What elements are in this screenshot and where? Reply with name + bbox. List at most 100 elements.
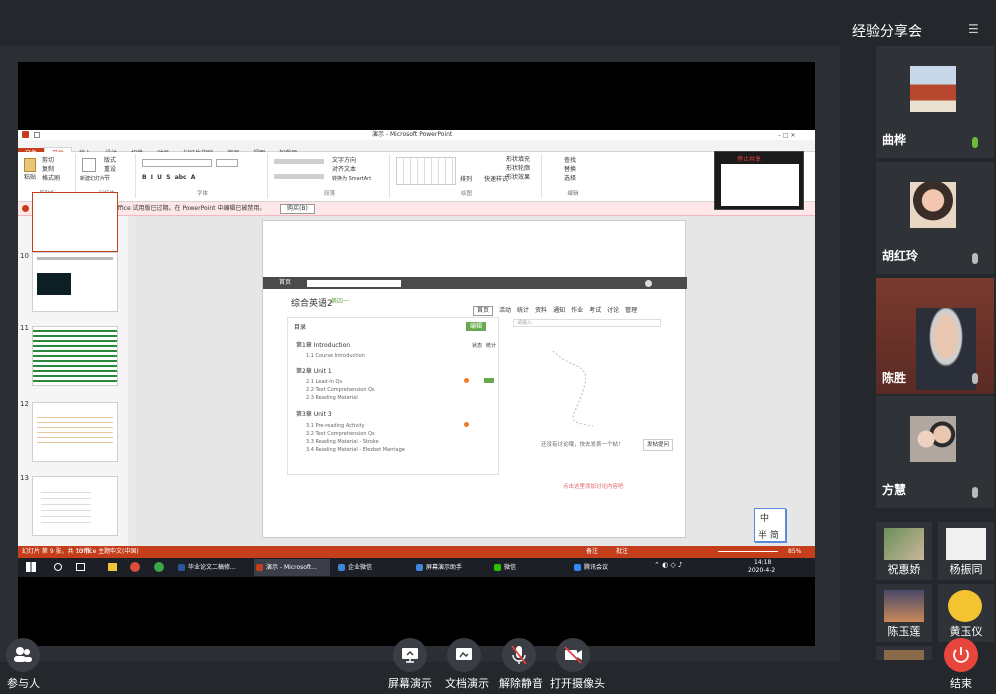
chrome-icon[interactable] bbox=[130, 562, 140, 572]
course-tab-exams[interactable]: 考试 bbox=[589, 307, 601, 314]
lesson-3-4[interactable]: 3.4 Reading Material - Elezbet Marriage bbox=[306, 446, 405, 454]
chapter-3-title[interactable]: 第3章 Unit 3 bbox=[296, 411, 332, 419]
arrange-button[interactable]: 排列 bbox=[460, 176, 472, 184]
new-slide-button[interactable]: 新建幻灯片 bbox=[80, 175, 105, 183]
participant-small-5[interactable] bbox=[876, 646, 932, 660]
shape-effects-button[interactable]: 形状效果 bbox=[506, 174, 530, 182]
participant-tile-4[interactable]: 方慧 bbox=[876, 396, 994, 508]
windows-start-icon[interactable] bbox=[26, 562, 36, 572]
participants-label[interactable]: 参与人 bbox=[7, 675, 40, 691]
doc-share-label[interactable]: 文档演示 bbox=[445, 675, 489, 691]
course-tab-discussion[interactable]: 讨论 bbox=[607, 307, 619, 314]
taskbar-item-tencent-meeting[interactable]: 腾讯会议 bbox=[572, 559, 642, 576]
doc-share-button[interactable] bbox=[447, 638, 481, 672]
taskbar-item-wecom[interactable]: 企业微信 bbox=[336, 559, 406, 576]
participant-small-4[interactable]: 黄玉仪 bbox=[938, 584, 994, 642]
task-view-icon[interactable] bbox=[76, 563, 85, 571]
participant-small-1[interactable]: 祝惠娇 bbox=[876, 522, 932, 580]
zoom-slider[interactable] bbox=[718, 551, 778, 552]
smartart-button[interactable]: 转换为 SmartArt bbox=[332, 175, 371, 183]
chapter-2-title[interactable]: 第2章 Unit 1 bbox=[296, 368, 332, 376]
paste-icon[interactable] bbox=[24, 158, 36, 172]
chapter-1-title[interactable]: 第1章 Introduction bbox=[296, 342, 350, 350]
discussion-search-input[interactable]: 请输入 bbox=[513, 319, 661, 327]
course-tab-manage[interactable]: 管理 bbox=[625, 307, 637, 314]
select-button[interactable]: 选择 bbox=[564, 175, 576, 183]
save-icon[interactable] bbox=[34, 132, 40, 138]
slide-thumbnail-10[interactable] bbox=[32, 252, 118, 312]
camera-button[interactable] bbox=[556, 638, 590, 672]
lesson-2-3[interactable]: 2.3 Reading Material bbox=[306, 394, 358, 402]
web-avatar[interactable] bbox=[645, 280, 652, 287]
font-name-select[interactable] bbox=[142, 159, 212, 167]
text-direction-button[interactable]: 文字方向 bbox=[332, 157, 356, 165]
screen-share-button[interactable] bbox=[393, 638, 427, 672]
status-zoom[interactable]: 85% bbox=[788, 546, 801, 558]
bullets-icon[interactable] bbox=[274, 159, 324, 164]
window-controls-icon[interactable]: – □ ✕ bbox=[778, 132, 796, 139]
lesson-2-2[interactable]: 2.2 Text Comprehension Qs bbox=[306, 386, 375, 394]
slide-thumbnail-11[interactable] bbox=[32, 326, 118, 386]
web-nav-home[interactable]: 首页 bbox=[279, 279, 291, 287]
course-tab-notices[interactable]: 通知 bbox=[553, 307, 565, 314]
post-question-button[interactable]: 发帖提问 bbox=[643, 439, 674, 451]
web-search-box[interactable] bbox=[307, 280, 401, 287]
shape-fill-button[interactable]: 形状填充 bbox=[506, 156, 530, 164]
status-notes[interactable]: 备注 bbox=[586, 546, 598, 558]
search-icon[interactable] bbox=[54, 563, 62, 571]
toc-edit-button[interactable]: 编辑 bbox=[466, 322, 487, 331]
new-slide-icon[interactable] bbox=[82, 158, 96, 172]
participant-tile-1[interactable]: 曲桦 bbox=[876, 46, 994, 158]
participants-button[interactable] bbox=[6, 638, 40, 672]
participant-tile-2[interactable]: 胡红玲 bbox=[876, 162, 994, 274]
align-text-button[interactable]: 对齐文本 bbox=[332, 166, 356, 174]
lesson-1-1[interactable]: 1.1 Course Introduction bbox=[306, 352, 365, 360]
participant-tile-3-video[interactable]: 陈胜 bbox=[876, 278, 994, 394]
taskbar-item-screen-assistant[interactable]: 屏幕演示助手 bbox=[414, 559, 490, 576]
taskbar-item-wechat[interactable]: 微信 bbox=[492, 559, 562, 576]
format-painter-button[interactable]: 格式刷 bbox=[42, 175, 60, 183]
align-icons[interactable] bbox=[274, 174, 324, 179]
taskbar-item-powerpoint[interactable]: 演示 - Microsoft... bbox=[254, 559, 330, 576]
buy-button[interactable]: 购买(B) bbox=[280, 204, 315, 214]
course-tab-stats[interactable]: 统计 bbox=[517, 307, 529, 314]
lesson-2-1[interactable]: 2.1 Lead-in Qs bbox=[306, 378, 342, 386]
end-meeting-button[interactable] bbox=[944, 638, 978, 672]
course-tab-materials[interactable]: 资料 bbox=[535, 307, 547, 314]
lesson-3-3[interactable]: 3.3 Reading Material - Stroke bbox=[306, 438, 379, 446]
taskbar-item-word[interactable]: 毕业论文二稿修... bbox=[176, 559, 252, 576]
camera-label[interactable]: 打开摄像头 bbox=[550, 675, 605, 691]
paste-button[interactable]: 粘贴 bbox=[24, 174, 36, 182]
find-button[interactable]: 查找 bbox=[564, 157, 576, 165]
reset-button[interactable]: 重设 bbox=[104, 166, 116, 174]
slide-thumbnail-9[interactable] bbox=[32, 192, 118, 252]
bold-icon[interactable]: B I U S abc A bbox=[142, 174, 195, 182]
font-size-select[interactable] bbox=[216, 159, 238, 167]
app-icon[interactable] bbox=[154, 562, 164, 572]
unmute-button[interactable] bbox=[502, 638, 536, 672]
replace-button[interactable]: 替换 bbox=[564, 166, 576, 174]
participant-small-2[interactable]: 杨振同 bbox=[938, 522, 994, 580]
lesson-3-1[interactable]: 3.1 Pre-reading Activity bbox=[306, 422, 365, 430]
shape-outline-button[interactable]: 形状轮廓 bbox=[506, 165, 530, 173]
screen-share-preview[interactable]: 停止共享 bbox=[714, 151, 804, 210]
end-meeting-label[interactable]: 结束 bbox=[950, 675, 972, 691]
course-tab-activity[interactable]: 活动 bbox=[499, 307, 511, 314]
screen-share-label[interactable]: 屏幕演示 bbox=[388, 675, 432, 691]
course-tab-homework[interactable]: 作业 bbox=[571, 307, 583, 314]
stop-share-label[interactable]: 停止共享 bbox=[737, 154, 761, 163]
participant-small-3[interactable]: 陈玉莲 bbox=[876, 584, 932, 642]
slide-thumbnail-12[interactable] bbox=[32, 402, 118, 462]
course-tab-home[interactable]: 首页 bbox=[473, 306, 494, 316]
copy-button[interactable]: 复制 bbox=[42, 166, 54, 174]
ime-indicator[interactable]: 中 半 简 bbox=[754, 508, 786, 542]
shapes-gallery[interactable] bbox=[396, 157, 456, 185]
file-explorer-icon[interactable] bbox=[108, 563, 117, 571]
section-button[interactable]: 节 bbox=[104, 175, 110, 183]
collapse-list-icon[interactable]: ☰ bbox=[968, 22, 979, 36]
cut-button[interactable]: 剪切 bbox=[42, 157, 54, 165]
thumbnail-scrollbar[interactable] bbox=[128, 216, 136, 546]
tray-icons[interactable]: ⌃ ◐ ◇ ♪ bbox=[654, 561, 683, 569]
layout-button[interactable]: 版式 bbox=[104, 157, 116, 165]
status-comments[interactable]: 批注 bbox=[616, 546, 628, 558]
